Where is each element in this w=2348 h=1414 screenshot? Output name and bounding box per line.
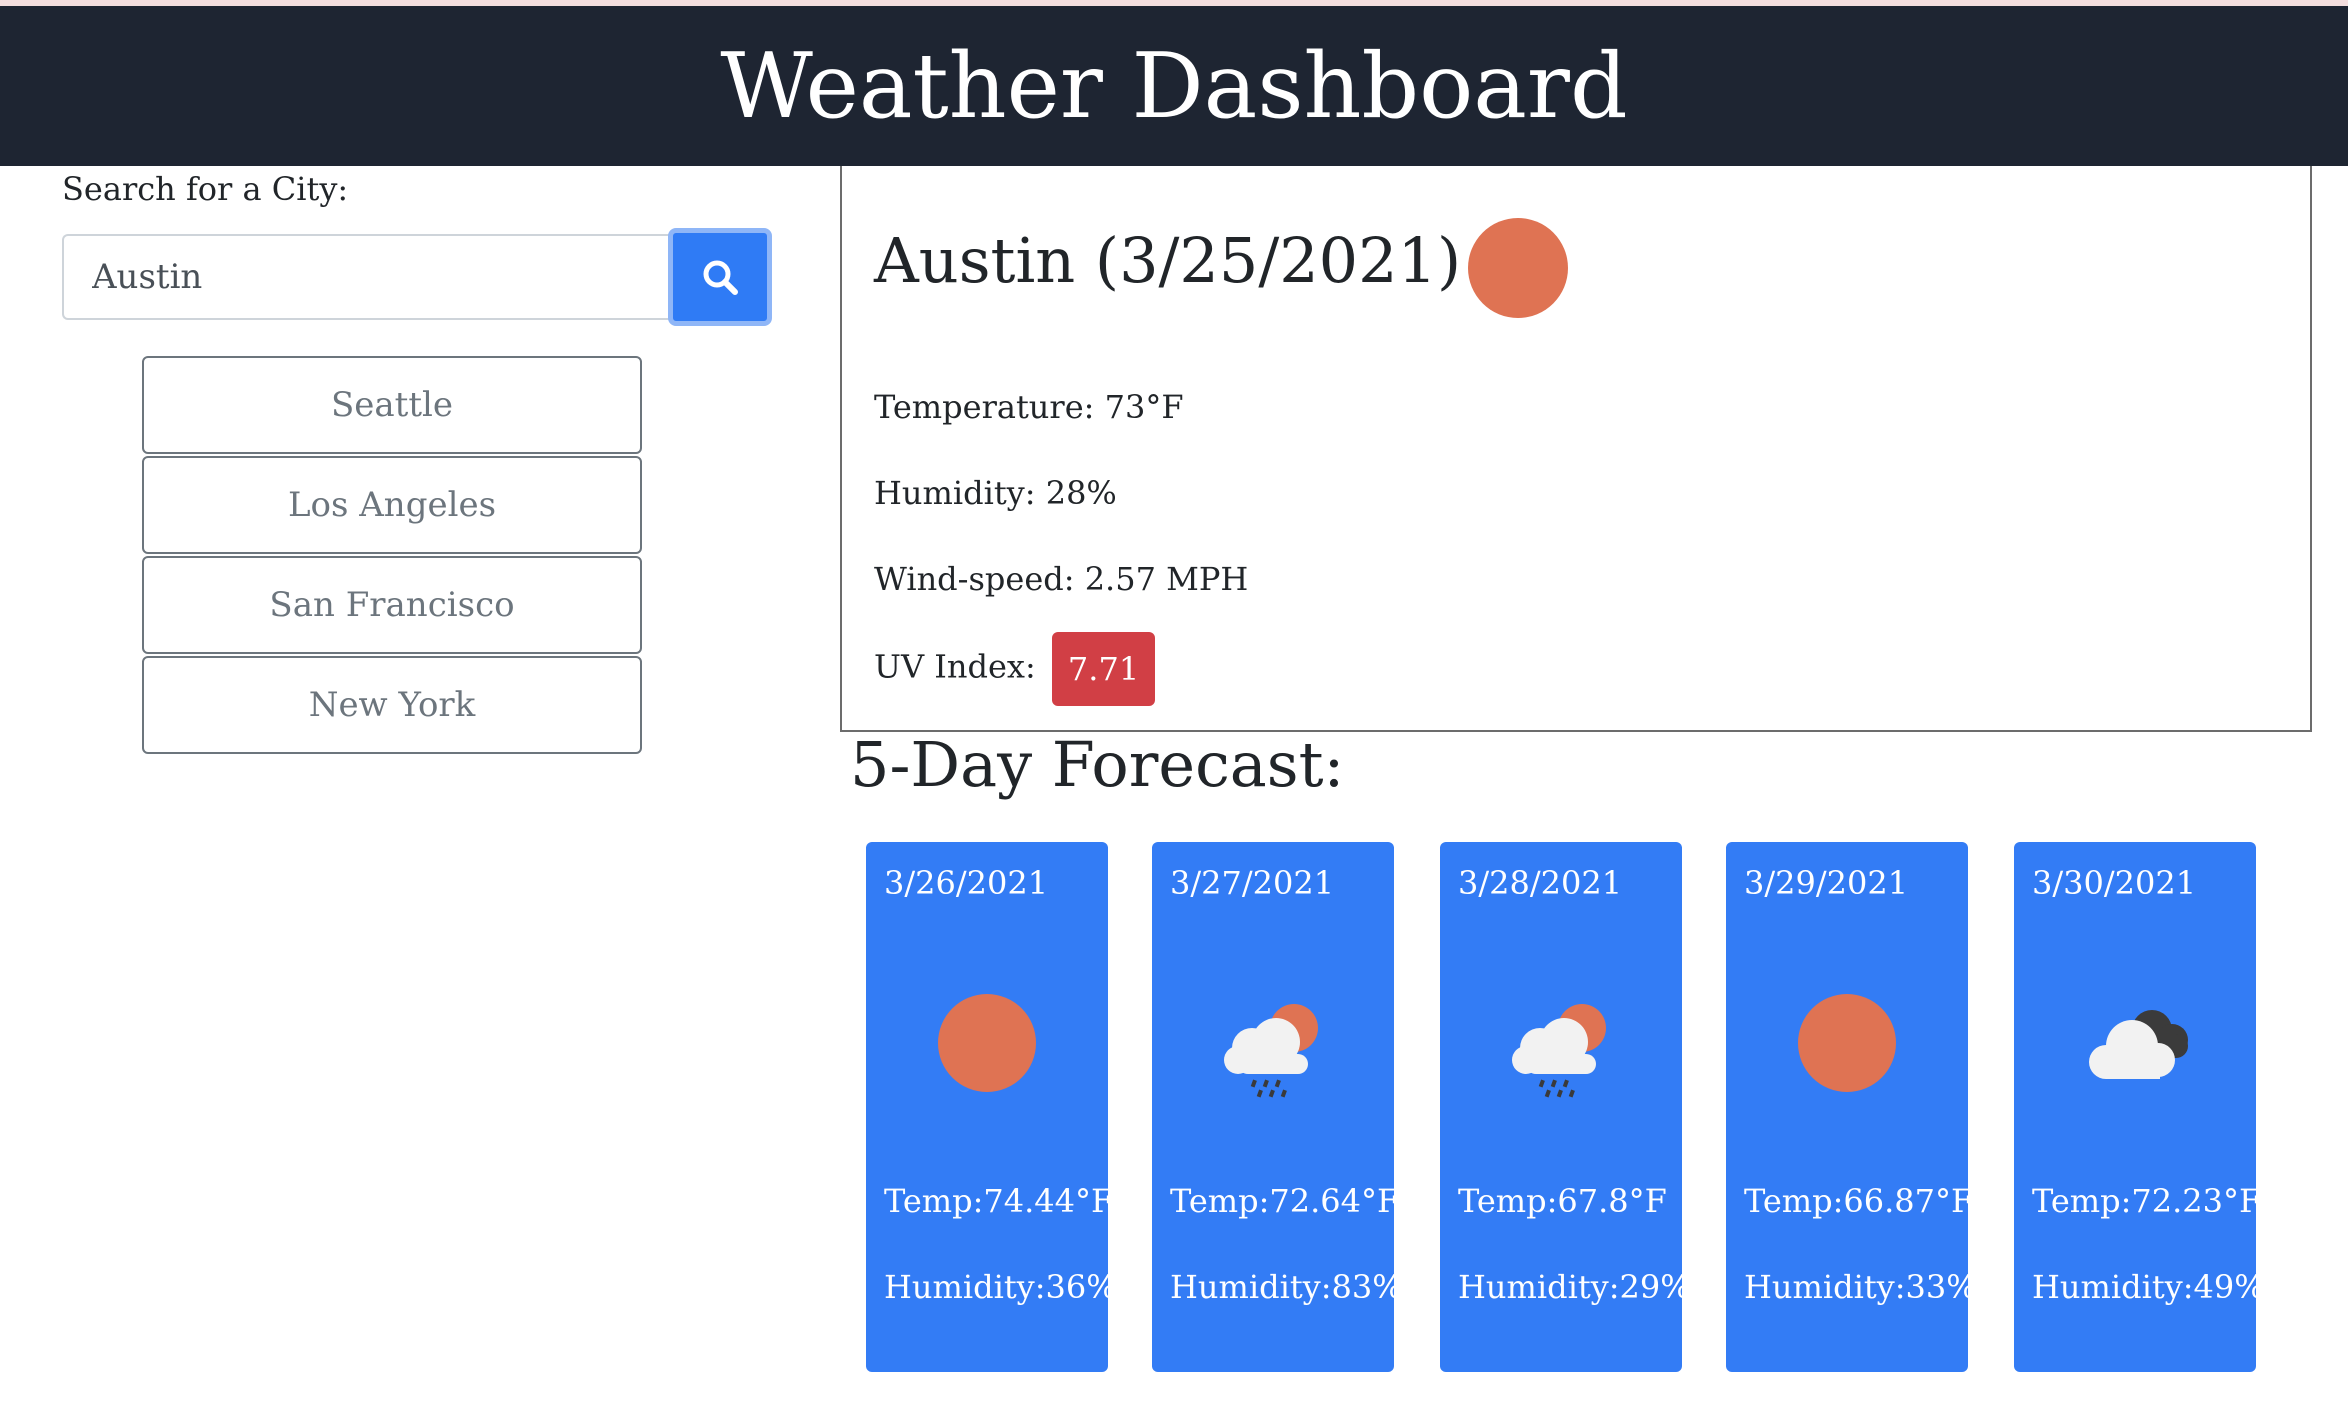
city-search-input[interactable] (62, 234, 670, 320)
history-city-button[interactable]: New York (142, 656, 642, 754)
forecast-temp: Temp:66.87°F (1744, 1182, 1974, 1220)
page-header: Weather Dashboard (0, 6, 2348, 166)
rain-cloud-sun-icon (1224, 1004, 1318, 1098)
forecast-card: 3/28/2021 Temp:67.8°F Humidity:29% (1440, 842, 1691, 1372)
forecast-temp: Temp:74.44°F (884, 1182, 1114, 1220)
sun-icon (1798, 994, 1896, 1092)
forecast-humidity: Humidity:29% (1458, 1268, 1691, 1306)
forecast-temp: Temp:72.23°F (2032, 1182, 2262, 1220)
forecast-card: 3/27/2021 Temp:72.64°F Humidity:83% (1152, 842, 1403, 1372)
forecast-temp: Temp:72.64°F (1170, 1182, 1400, 1220)
forecast-title: 5-Day Forecast: (850, 728, 1345, 801)
search-icon (703, 260, 738, 295)
rain-cloud-sun-icon (1512, 1004, 1606, 1098)
history-city-button[interactable]: San Francisco (142, 556, 642, 654)
sun-icon (1468, 218, 1568, 318)
forecast-humidity: Humidity:36% (884, 1268, 1117, 1306)
uv-index-badge: 7.71 (1051, 632, 1156, 706)
forecast-card: 3/30/2021 Temp:72.23°F Humidity:49% (2014, 842, 2265, 1372)
broken-clouds-icon (2089, 1010, 2188, 1079)
forecast-card: 3/29/2021 Temp:66.87°F Humidity:33% (1726, 842, 1977, 1372)
history-city-button[interactable]: Seattle (142, 356, 642, 454)
history-city-button[interactable]: Los Angeles (142, 456, 642, 554)
search-group (62, 228, 772, 326)
current-weather-panel: Austin (3/25/2021) Temperature: 73°F Hum… (840, 166, 2312, 732)
current-temperature: Temperature: 73°F (874, 388, 1184, 426)
forecast-date: 3/30/2021 (2032, 864, 2197, 902)
forecast-humidity: Humidity:49% (2032, 1268, 2265, 1306)
forecast-humidity: Humidity:33% (1744, 1268, 1977, 1306)
page-title: Weather Dashboard (720, 33, 1628, 139)
forecast-date: 3/28/2021 (1458, 864, 1623, 902)
search-history-list: Seattle Los Angeles San Francisco New Yo… (142, 356, 642, 756)
forecast-date: 3/29/2021 (1744, 864, 1909, 902)
search-button[interactable] (668, 228, 772, 326)
sun-icon (938, 994, 1036, 1092)
current-city-title: Austin (3/25/2021) (874, 224, 1462, 297)
forecast-date: 3/26/2021 (884, 864, 1049, 902)
uv-index-label: UV Index: (874, 647, 1036, 686)
forecast-date: 3/27/2021 (1170, 864, 1335, 902)
current-wind-speed: Wind-speed: 2.57 MPH (874, 560, 1249, 598)
forecast-humidity: Humidity:83% (1170, 1268, 1403, 1306)
forecast-temp: Temp:67.8°F (1458, 1182, 1667, 1220)
uv-index-row: UV Index: 7.71 (874, 632, 1156, 706)
forecast-card: 3/26/2021 Temp:74.44°F Humidity:36% (866, 842, 1117, 1372)
search-label: Search for a City: (62, 170, 349, 208)
current-humidity: Humidity: 28% (874, 474, 1117, 512)
